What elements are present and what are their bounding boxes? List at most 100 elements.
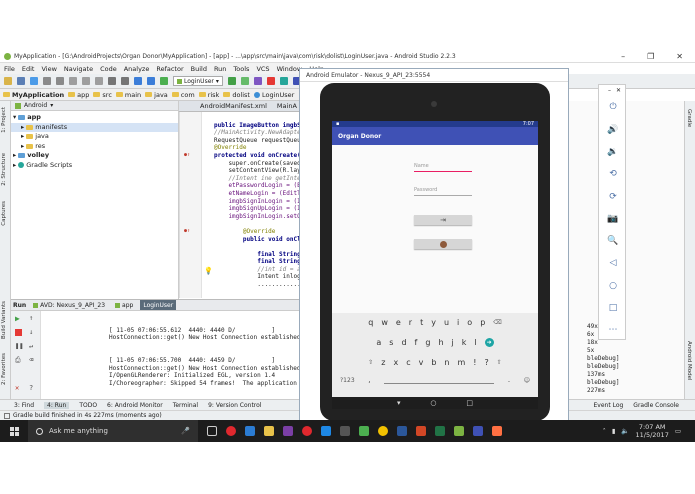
tab-captures[interactable]: Captures: [1, 201, 7, 226]
space-bar[interactable]: [384, 376, 495, 384]
tab-android-monitor[interactable]: 6: Android Monitor: [107, 402, 163, 409]
home-icon[interactable]: ○: [607, 280, 619, 292]
key-question[interactable]: ?: [485, 358, 489, 367]
key-h[interactable]: h: [438, 338, 443, 347]
run-icon[interactable]: [227, 77, 236, 85]
search-box[interactable]: Ask me anything 🎤: [28, 420, 198, 442]
key-s[interactable]: s: [389, 338, 393, 347]
tab-run[interactable]: 4: Run: [44, 401, 70, 409]
screenshot-icon[interactable]: 📷: [607, 213, 619, 225]
tab-event-log[interactable]: Event Log: [593, 402, 623, 409]
cut-icon[interactable]: [69, 77, 77, 85]
key-w[interactable]: w: [381, 318, 388, 327]
excel-icon[interactable]: [435, 426, 445, 436]
chrome-icon[interactable]: [378, 426, 388, 436]
comma-key[interactable]: ,: [368, 376, 370, 384]
key-e[interactable]: e: [396, 318, 401, 327]
tab-android-model[interactable]: Android Model: [686, 341, 692, 381]
key-q[interactable]: q: [368, 318, 373, 327]
key-j[interactable]: j: [452, 338, 454, 347]
breadcrumb-myapplication[interactable]: MyApplication: [3, 91, 64, 99]
minimize-icon[interactable]: –: [608, 87, 611, 94]
android-studio-icon[interactable]: [454, 426, 464, 436]
microphone-icon[interactable]: 🎤: [181, 427, 190, 435]
tab-favorites[interactable]: 2: Favorites: [1, 353, 7, 385]
nav-back-icon[interactable]: ▾: [397, 399, 401, 407]
scroll-down-icon[interactable]: ↓: [29, 328, 33, 337]
tree-item-volley[interactable]: ▸ volley: [11, 151, 178, 161]
tab-find[interactable]: 3: Find: [14, 402, 34, 409]
overview-icon[interactable]: □: [607, 302, 619, 314]
stop-icon[interactable]: [266, 77, 275, 85]
emulator-icon[interactable]: [473, 426, 483, 436]
tab-androidmanifest[interactable]: AndroidManifest.xml: [197, 102, 270, 110]
paste-icon[interactable]: [95, 77, 103, 85]
tree-item-app[interactable]: ▾ app: [11, 113, 178, 123]
period-key[interactable]: .: [508, 376, 510, 384]
tab-gradle[interactable]: Gradle: [686, 109, 692, 127]
shift-icon[interactable]: ⇧: [368, 359, 373, 366]
menu-build[interactable]: Build: [191, 65, 207, 73]
key-x[interactable]: x: [393, 358, 398, 367]
tab-terminal[interactable]: Terminal: [173, 402, 198, 409]
breadcrumb-dolist[interactable]: dolist: [223, 91, 250, 99]
word-icon[interactable]: [397, 426, 407, 436]
menu-navigate[interactable]: Navigate: [64, 65, 93, 73]
help-icon[interactable]: ?: [29, 384, 33, 393]
clear-icon[interactable]: ⌫: [29, 356, 33, 365]
enter-key-icon[interactable]: ➜: [484, 337, 494, 347]
copy-icon[interactable]: [82, 77, 90, 85]
tree-item-res[interactable]: ▸ res: [11, 142, 178, 152]
sdk-manager-icon[interactable]: [279, 77, 288, 85]
password-input[interactable]: Password: [414, 187, 472, 196]
key-a[interactable]: a: [376, 338, 381, 347]
tab-todo[interactable]: TODO: [79, 402, 97, 409]
volume-icon[interactable]: 🔈: [621, 427, 629, 435]
tree-item-gradle-scripts[interactable]: ▸ Gradle Scripts: [11, 161, 178, 171]
power-icon[interactable]: ⏻: [607, 101, 619, 113]
sign-up-button[interactable]: [414, 239, 472, 249]
edge-icon[interactable]: [245, 426, 255, 436]
task-view-icon[interactable]: [207, 426, 217, 436]
close-icon[interactable]: ✕: [15, 384, 19, 393]
breadcrumb-main[interactable]: main: [115, 91, 141, 99]
network-icon[interactable]: ▮: [612, 427, 616, 435]
debug-icon[interactable]: [240, 77, 249, 85]
key-t[interactable]: t: [420, 318, 423, 327]
back-icon[interactable]: ◁: [607, 257, 619, 269]
key-z[interactable]: z: [381, 358, 385, 367]
menu-vcs[interactable]: VCS: [256, 65, 269, 73]
sync-icon[interactable]: [30, 77, 38, 85]
app-icon-orange[interactable]: [492, 426, 502, 436]
tab-build-variants[interactable]: Build Variants: [1, 301, 7, 339]
redo-icon[interactable]: [56, 77, 64, 85]
app-icon-green[interactable]: [359, 426, 369, 436]
tab-version-control[interactable]: 9: Version Control: [208, 402, 261, 409]
onenote-icon[interactable]: [283, 426, 293, 436]
key-y[interactable]: y: [431, 318, 436, 327]
maximize-icon[interactable]: ❐: [647, 52, 654, 61]
menu-analyze[interactable]: Analyze: [124, 65, 150, 73]
clock[interactable]: 7:07 AM 11/5/2017: [636, 423, 669, 439]
breadcrumb-loginuser[interactable]: LoginUser: [253, 91, 294, 99]
print-icon[interactable]: ⎙: [15, 356, 21, 365]
run-config-select[interactable]: LoginUser ▾: [173, 76, 223, 86]
rotate-left-icon[interactable]: ⟲: [607, 168, 619, 180]
menu-view[interactable]: View: [41, 65, 56, 73]
key-n[interactable]: n: [444, 358, 449, 367]
close-icon[interactable]: ✕: [676, 52, 683, 61]
undo-icon[interactable]: [43, 77, 51, 85]
stop-icon[interactable]: [15, 329, 22, 336]
explorer-icon[interactable]: [264, 426, 274, 436]
tab-project[interactable]: 1: Project: [1, 107, 7, 133]
emoji-icon[interactable]: ☺: [524, 377, 530, 384]
open-icon[interactable]: [4, 77, 12, 85]
key-u[interactable]: u: [444, 318, 449, 327]
key-k[interactable]: k: [462, 338, 467, 347]
sign-in-button[interactable]: ⇥: [414, 215, 472, 225]
attach-icon[interactable]: [253, 77, 262, 85]
chevron-up-icon[interactable]: ˄: [603, 427, 606, 435]
run-console[interactable]: ▶ ↑ ↓ ❚❚ ↵ ⎙ ⌫ ✕ ? [ 11-05 07:06:55.612 …: [11, 311, 365, 399]
backspace-icon[interactable]: ⌫: [493, 319, 501, 326]
tab-mainactivity[interactable]: MainA: [274, 102, 300, 110]
